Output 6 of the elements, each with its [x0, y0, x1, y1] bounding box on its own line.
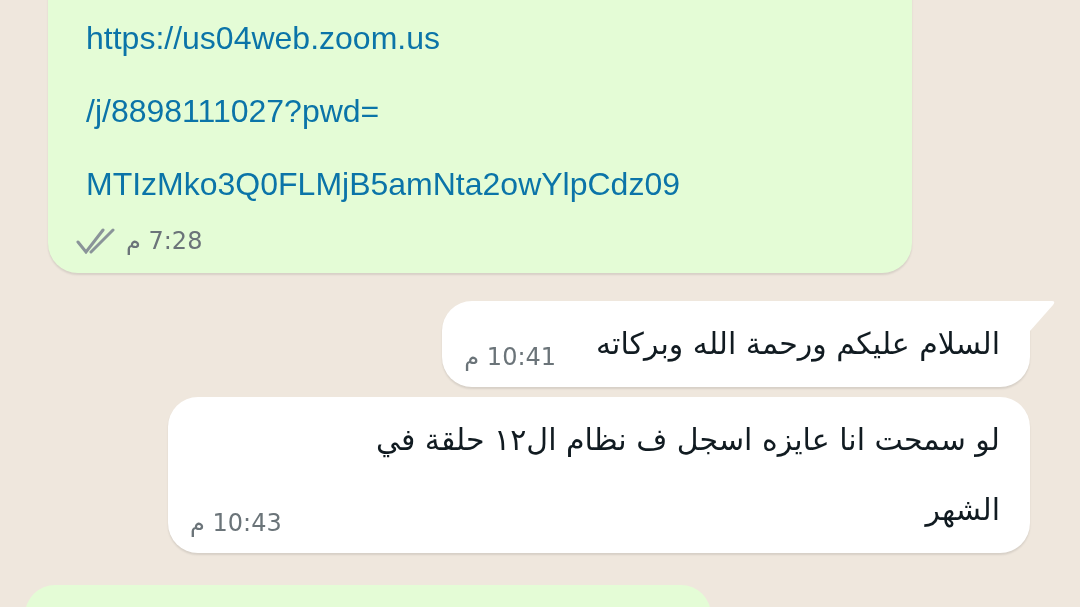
- message-text: لو سمحت انا عايزه اسجل ف نظام ال١٢ حلقة في الشهر: [374, 421, 1000, 530]
- message-time: 10:41 م: [464, 343, 557, 371]
- message-text: السلام عليكم ورحمة الله وبركاته: [596, 325, 1000, 364]
- message-time: 10:43 م: [190, 509, 282, 537]
- message-time: 7:28 م: [126, 226, 203, 257]
- meeting-link[interactable]: https://us04web.zoom.us /j/8898111027?pwd= MTIzMko3Q0FLMjB5amNta2owYlpCdz09: [86, 2, 912, 221]
